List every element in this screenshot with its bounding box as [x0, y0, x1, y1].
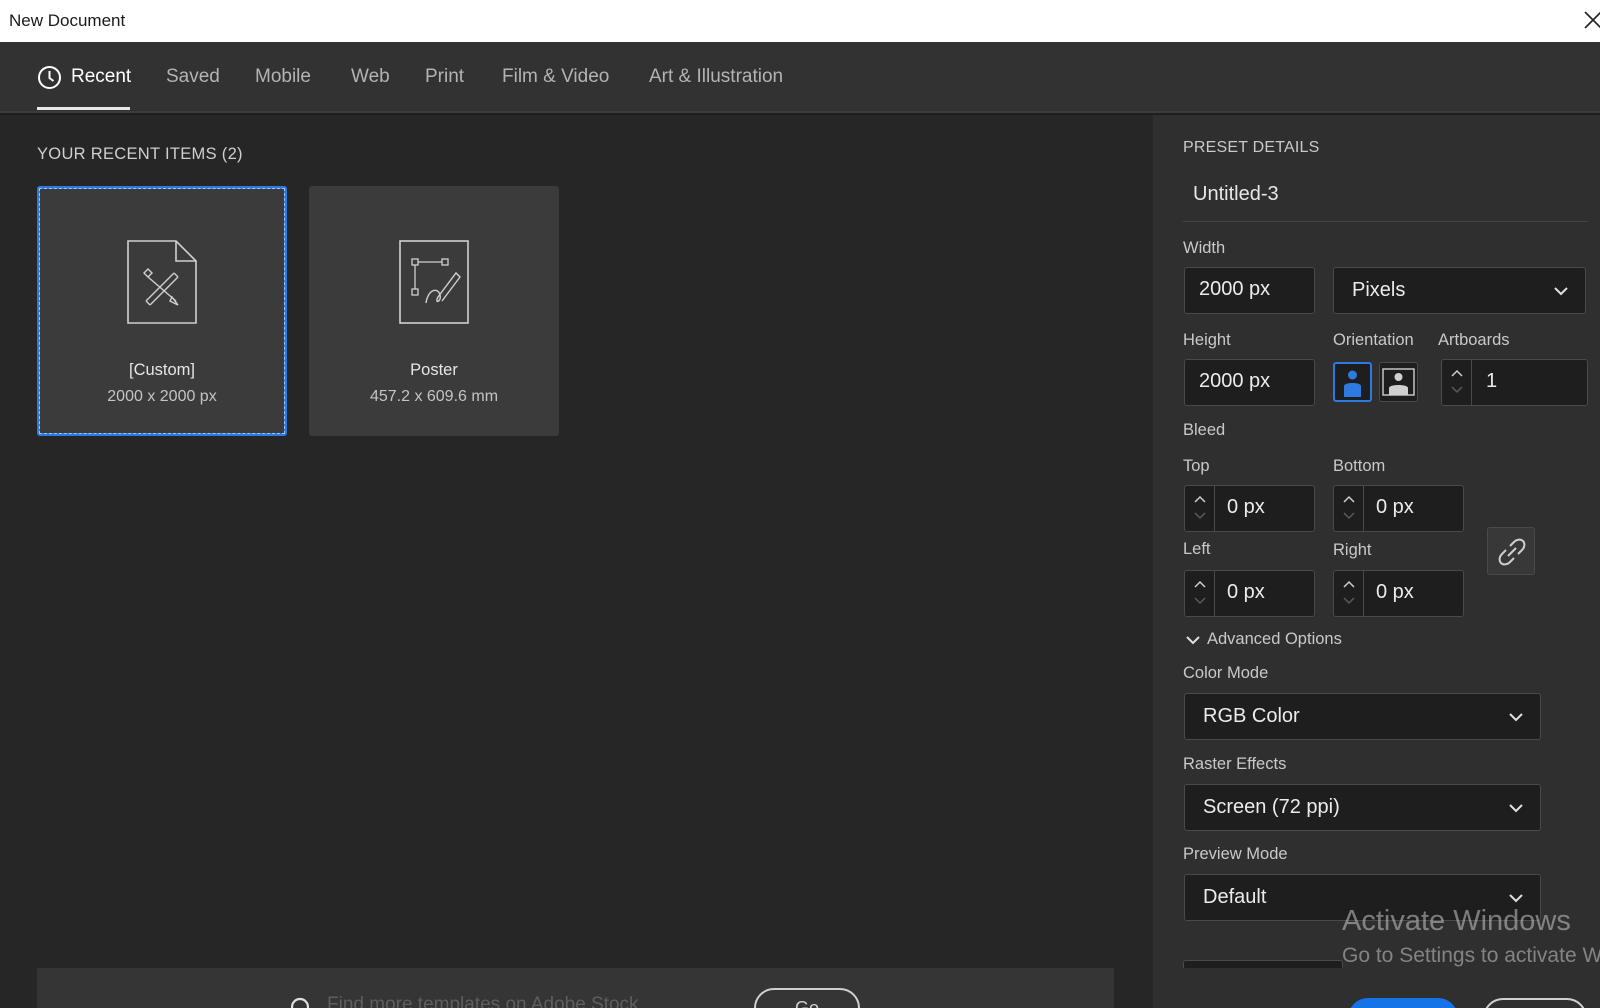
chevron-up-icon[interactable]: [1193, 579, 1207, 589]
raster-effects-value: Screen (72 ppi): [1203, 796, 1340, 818]
units-value: Pixels: [1352, 279, 1406, 301]
close-button[interactable]: [1483, 998, 1587, 1008]
title-bar: New Document: [0, 0, 1600, 42]
stock-search-input[interactable]: [327, 990, 727, 1008]
recent-items-heading: YOUR RECENT ITEMS (2): [37, 145, 243, 163]
chevron-down-icon: [1509, 804, 1523, 813]
preset-details-panel: PRESET DETAILS Untitled-3 Width 2000 px …: [1153, 115, 1600, 1008]
artboards-stepper[interactable]: 1: [1441, 359, 1588, 406]
artboards-stepper-arrows[interactable]: [1442, 360, 1472, 405]
raster-effects-dropdown[interactable]: Screen (72 ppi): [1184, 784, 1541, 831]
active-tab-indicator: [37, 107, 130, 110]
bleed-top-value: 0 px: [1227, 496, 1265, 518]
custom-document-icon: [127, 240, 197, 324]
height-value: 2000 px: [1199, 370, 1271, 392]
preview-mode-label: Preview Mode: [1183, 845, 1288, 863]
close-icon[interactable]: [1582, 9, 1600, 31]
color-mode-value: RGB Color: [1203, 705, 1300, 727]
bleed-right-label: Right: [1333, 541, 1372, 559]
recent-item-poster[interactable]: Poster 457.2 x 609.6 mm: [309, 186, 559, 436]
tab-web[interactable]: Web: [351, 66, 390, 88]
advanced-options-label: Advanced Options: [1207, 630, 1342, 648]
chevron-up-icon[interactable]: [1342, 494, 1356, 504]
bleed-label: Bleed: [1183, 421, 1226, 439]
width-input[interactable]: 2000 px: [1184, 267, 1315, 314]
go-button[interactable]: Go: [754, 988, 860, 1008]
create-button[interactable]: [1348, 998, 1458, 1008]
search-icon: [290, 997, 310, 1008]
category-tabs: Recent Saved Mobile Web Print Film & Vid…: [0, 42, 1600, 113]
bleed-left-stepper[interactable]: [1185, 571, 1215, 616]
recent-item-custom[interactable]: [Custom] 2000 x 2000 px: [37, 186, 287, 436]
bleed-top-stepper[interactable]: [1185, 486, 1215, 531]
bleed-top-input[interactable]: 0 px: [1184, 485, 1315, 532]
tab-saved[interactable]: Saved: [166, 66, 220, 88]
chevron-down-icon: [1509, 894, 1523, 903]
recent-item-name: [Custom]: [128, 361, 196, 379]
advanced-options-toggle[interactable]: Advanced Options: [1185, 630, 1342, 649]
color-mode-dropdown[interactable]: RGB Color: [1184, 693, 1541, 740]
landscape-orientation-button[interactable]: [1379, 362, 1418, 402]
more-options-edge: [1183, 960, 1343, 968]
tab-recent[interactable]: Recent: [71, 66, 131, 88]
chevron-down-icon: [1509, 713, 1523, 722]
raster-effects-label: Raster Effects: [1183, 755, 1287, 773]
activate-windows-watermark: Activate Windows: [1342, 905, 1571, 937]
poster-document-icon: [399, 240, 469, 324]
artboards-label: Artboards: [1438, 331, 1510, 349]
tab-print[interactable]: Print: [425, 66, 464, 88]
recent-items-pane: YOUR RECENT ITEMS (2) [Custom] 2000 x 20…: [0, 115, 1153, 1008]
divider: [1183, 221, 1588, 222]
recent-item-size: 457.2 x 609.6 mm: [369, 388, 499, 405]
bleed-bottom-value: 0 px: [1376, 496, 1414, 518]
tab-art-illustration[interactable]: Art & Illustration: [649, 66, 783, 88]
chevron-down-icon: [1554, 287, 1568, 296]
color-mode-label: Color Mode: [1183, 664, 1269, 682]
tab-film-video[interactable]: Film & Video: [502, 66, 609, 88]
chevron-down-icon[interactable]: [1342, 511, 1356, 521]
landscape-icon: [1382, 368, 1415, 396]
document-name-field[interactable]: Untitled-3: [1193, 183, 1279, 206]
chevron-down-icon[interactable]: [1193, 596, 1207, 606]
link-icon: [1498, 538, 1526, 566]
chevron-down-icon: [1186, 636, 1200, 645]
bleed-right-stepper[interactable]: [1334, 571, 1364, 616]
bleed-top-label: Top: [1183, 457, 1210, 475]
preset-details-heading: PRESET DETAILS: [1183, 139, 1320, 156]
width-value: 2000 px: [1199, 278, 1271, 300]
stock-search-bar: Go: [37, 968, 1114, 1008]
height-input[interactable]: 2000 px: [1184, 359, 1315, 406]
tab-mobile[interactable]: Mobile: [255, 66, 311, 88]
recent-item-size: 2000 x 2000 px: [107, 388, 217, 405]
height-label: Height: [1183, 331, 1231, 349]
orientation-label: Orientation: [1333, 331, 1414, 349]
bleed-bottom-input[interactable]: 0 px: [1333, 485, 1464, 532]
bleed-bottom-label: Bottom: [1333, 457, 1386, 475]
width-label: Width: [1183, 239, 1226, 257]
bleed-right-input[interactable]: 0 px: [1333, 570, 1464, 617]
chevron-up-icon[interactable]: [1342, 579, 1356, 589]
chevron-up-icon[interactable]: [1193, 494, 1207, 504]
link-bleed-button[interactable]: [1487, 527, 1535, 575]
chevron-down-icon[interactable]: [1342, 596, 1356, 606]
bleed-left-input[interactable]: 0 px: [1184, 570, 1315, 617]
clock-icon: [38, 66, 61, 89]
preview-mode-value: Default: [1203, 886, 1267, 908]
chevron-down-icon[interactable]: [1193, 511, 1207, 521]
bleed-bottom-stepper[interactable]: [1334, 486, 1364, 531]
bleed-right-value: 0 px: [1376, 581, 1414, 603]
chevron-down-icon[interactable]: [1450, 385, 1464, 395]
portrait-orientation-button[interactable]: [1333, 362, 1372, 402]
portrait-icon: [1338, 367, 1367, 397]
bleed-left-label: Left: [1183, 540, 1211, 558]
window-title: New Document: [9, 11, 126, 30]
units-dropdown[interactable]: Pixels: [1333, 267, 1586, 314]
recent-item-name: Poster: [410, 361, 458, 379]
chevron-up-icon[interactable]: [1450, 368, 1464, 378]
artboards-value: 1: [1486, 370, 1498, 392]
bleed-left-value: 0 px: [1227, 581, 1265, 603]
activate-windows-subtext: Go to Settings to activate Windows.: [1342, 944, 1600, 967]
